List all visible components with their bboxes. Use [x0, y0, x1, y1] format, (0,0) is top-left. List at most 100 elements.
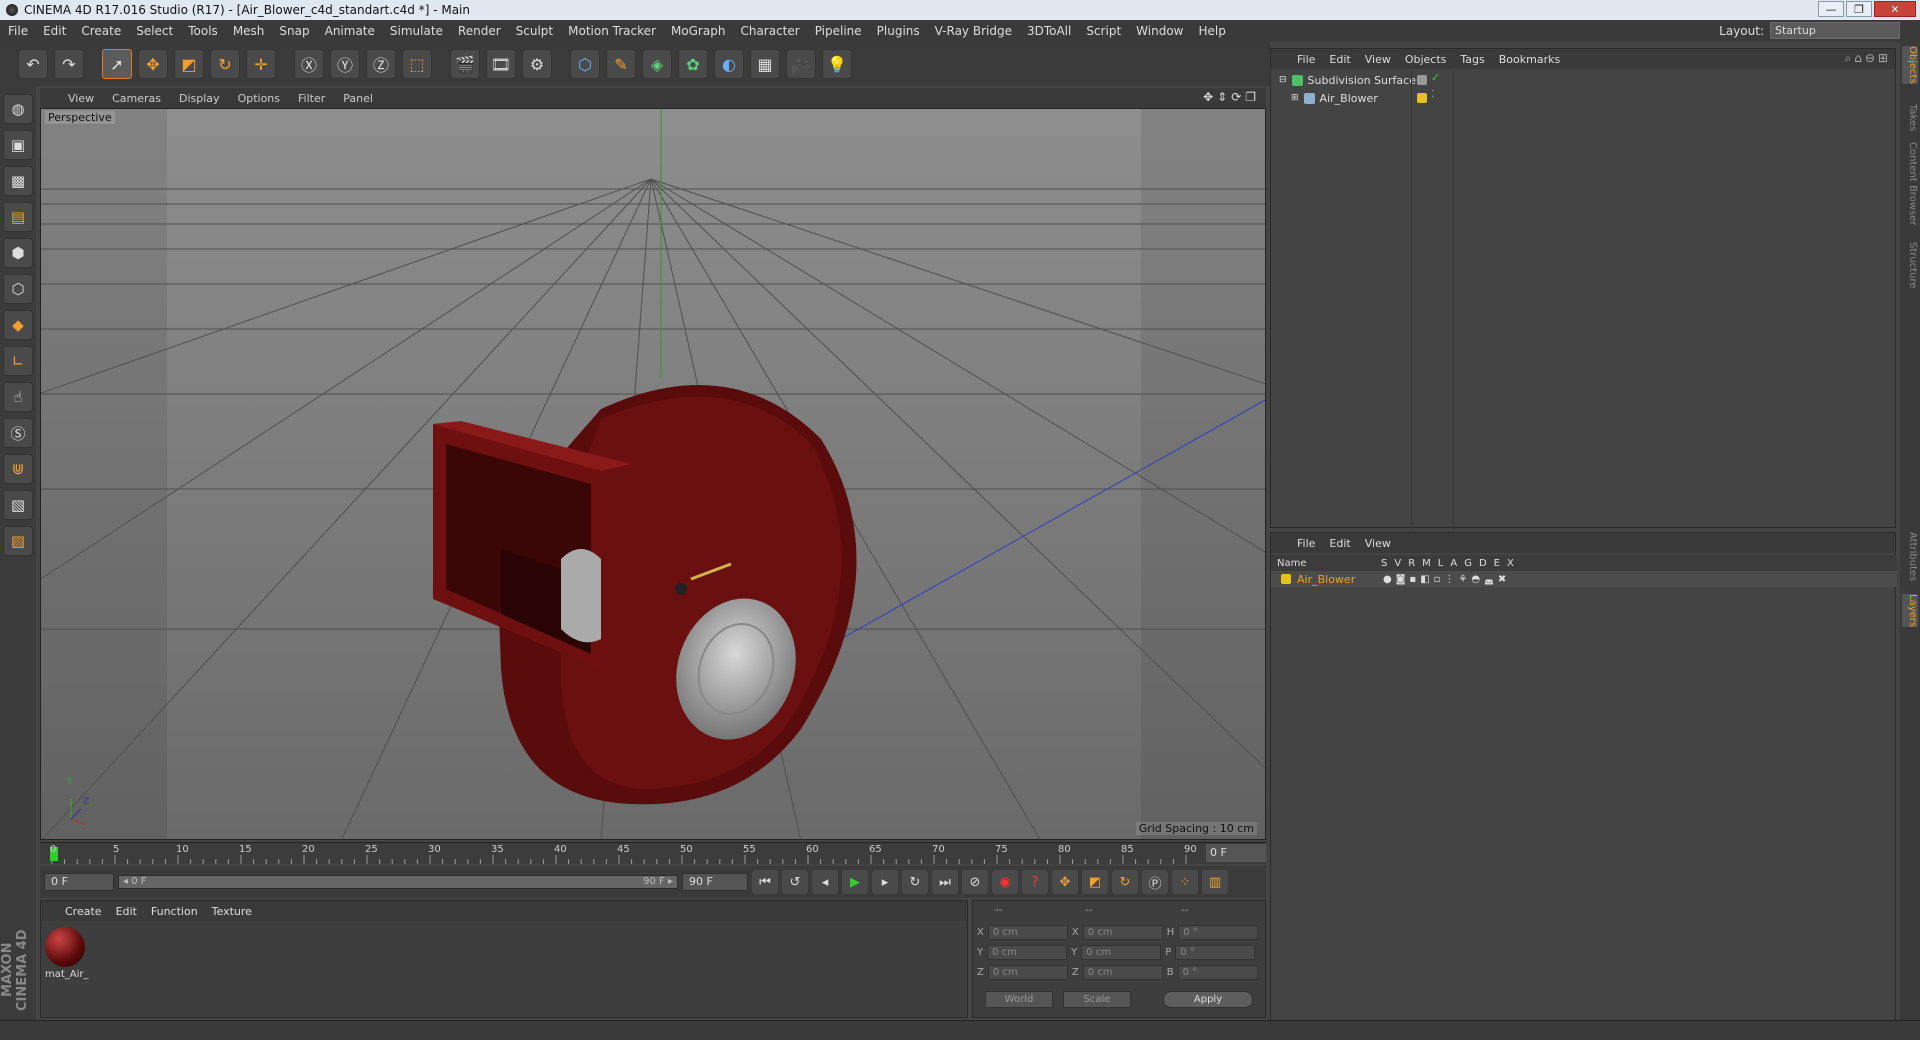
minimize-button[interactable]: —	[1818, 1, 1844, 17]
material-menu-function[interactable]: Function	[151, 905, 198, 918]
menu-vray-bridge[interactable]: V-Ray Bridge	[935, 24, 1012, 38]
y-axis-icon[interactable]: Ⓨ	[330, 49, 360, 79]
menu-mesh[interactable]: Mesh	[233, 24, 265, 38]
key-scale-icon[interactable]: ◩	[1082, 870, 1108, 894]
menu-motion-tracker[interactable]: Motion Tracker	[568, 24, 656, 38]
planar-workplane-icon[interactable]: ▨	[3, 526, 33, 556]
rot-p-field[interactable]: 0 °	[1175, 945, 1256, 960]
visibility-dots-icon[interactable]: ⁚	[1431, 89, 1434, 100]
menu-help[interactable]: Help	[1198, 24, 1225, 38]
object-menu-file[interactable]: File	[1297, 53, 1315, 66]
x-axis-icon[interactable]: Ⓧ	[294, 49, 324, 79]
menu-animate[interactable]: Animate	[325, 24, 375, 38]
key-position-icon[interactable]: ✥	[1052, 870, 1078, 894]
object-panel-icons[interactable]: ⌕⌂⊖⊞	[1845, 51, 1891, 66]
render-settings-icon[interactable]: ⚙	[522, 49, 552, 79]
viewport-nav-icons[interactable]: ✥⇕⟳❐	[1203, 90, 1260, 104]
viewport-menu-options[interactable]: Options	[238, 92, 280, 105]
key-parameter-icon[interactable]: Ⓟ	[1142, 870, 1168, 894]
array-icon[interactable]: ✿	[678, 49, 708, 79]
next-frame-icon[interactable]: ▸	[872, 870, 898, 894]
autokey-icon[interactable]: ◉	[992, 870, 1018, 894]
snap-icon[interactable]: Ⓢ	[3, 418, 33, 448]
collapse-icon[interactable]: ⊟	[1279, 75, 1287, 85]
menu-mograph[interactable]: MoGraph	[671, 24, 726, 38]
subdivision-icon[interactable]: ◈	[642, 49, 672, 79]
pos-z-field[interactable]: 0 cm	[987, 965, 1068, 980]
camera-icon[interactable]: 🎥	[786, 49, 816, 79]
object-menu-edit[interactable]: Edit	[1329, 53, 1350, 66]
current-frame-field[interactable]: 0 F	[44, 873, 114, 891]
viewport-menu-view[interactable]: View	[68, 92, 94, 105]
rot-h-field[interactable]: 0 °	[1178, 925, 1259, 940]
edges-mode-icon[interactable]: ⬡	[3, 274, 33, 304]
layer-toggle-icons[interactable]: ●◙▪◧▫⋮⚘◓◛✖	[1383, 574, 1510, 585]
floor-icon[interactable]: ▦	[750, 49, 780, 79]
menu-tools[interactable]: Tools	[188, 24, 218, 38]
layer-color-icon[interactable]	[1281, 574, 1291, 584]
render-view-icon[interactable]: 🎬	[450, 49, 480, 79]
model-mode-icon[interactable]: ▣	[3, 130, 33, 160]
keyframe-selection-icon[interactable]: ?	[1022, 870, 1048, 894]
menu-3dtoall[interactable]: 3DToAll	[1027, 24, 1071, 38]
move-tool-icon[interactable]: ✥	[138, 49, 168, 79]
points-mode-icon[interactable]: ⬢	[3, 238, 33, 268]
redo-icon[interactable]: ↷	[54, 49, 84, 79]
tab-objects[interactable]: Objects	[1902, 46, 1918, 84]
layer-menu-view[interactable]: View	[1365, 537, 1391, 550]
material-swatch[interactable]: mat_Air_	[45, 927, 89, 980]
z-axis-icon[interactable]: Ⓩ	[366, 49, 396, 79]
tab-takes[interactable]: Takes	[1902, 104, 1918, 131]
pos-x-field[interactable]: 0 cm	[987, 925, 1068, 940]
menu-character[interactable]: Character	[740, 24, 799, 38]
tab-structure[interactable]: Structure	[1902, 242, 1918, 289]
viewport-menu-display[interactable]: Display	[179, 92, 220, 105]
menu-edit[interactable]: Edit	[43, 24, 66, 38]
pos-y-field[interactable]: 0 cm	[987, 945, 1068, 960]
workplane-icon[interactable]: ▤	[3, 202, 33, 232]
undo-icon[interactable]: ↶	[18, 49, 48, 79]
scale-tool-icon[interactable]: ◩	[174, 49, 204, 79]
menu-window[interactable]: Window	[1136, 24, 1183, 38]
lock-workplane-icon[interactable]: ▧	[3, 490, 33, 520]
menu-render[interactable]: Render	[458, 24, 501, 38]
timeline-end-field[interactable]: 0 F	[1206, 844, 1266, 862]
size-y-field[interactable]: 0 cm	[1081, 945, 1162, 960]
object-menu-objects[interactable]: Objects	[1405, 53, 1447, 66]
max-frame-field[interactable]: 90 F	[682, 873, 748, 891]
viewport-menu-panel[interactable]: Panel	[343, 92, 373, 105]
record-keys-icon[interactable]: ⊘	[962, 870, 988, 894]
key-rotation-icon[interactable]: ↻	[1112, 870, 1138, 894]
menu-simulate[interactable]: Simulate	[390, 24, 443, 38]
pen-spline-icon[interactable]: ✎	[606, 49, 636, 79]
menu-sculpt[interactable]: Sculpt	[516, 24, 553, 38]
viewport-menu-cameras[interactable]: Cameras	[112, 92, 161, 105]
expand-icon[interactable]: ⊞	[1291, 93, 1299, 103]
material-menu-edit[interactable]: Edit	[116, 905, 137, 918]
timeline-ruler[interactable]: 0 5 10 15 20 25 30 35 40 45 50 55 60 65 70 75 80 85 90 0 F	[40, 842, 1266, 864]
rot-b-field[interactable]: 0 °	[1177, 965, 1258, 980]
transform-tool-icon[interactable]: ✛	[246, 49, 276, 79]
object-row-subdivision[interactable]: ⊟ Subdivision Surface	[1279, 71, 1416, 89]
timeline-window-icon[interactable]: ▥	[1202, 870, 1228, 894]
viewport-menu-filter[interactable]: Filter	[298, 92, 325, 105]
axis-mode-icon[interactable]: ∟	[3, 346, 33, 376]
tab-layers[interactable]: Layers	[1902, 594, 1918, 628]
close-button[interactable]: ✕	[1874, 1, 1916, 17]
object-menu-view[interactable]: View	[1365, 53, 1391, 66]
world-dropdown[interactable]: World	[985, 991, 1053, 1008]
scale-dropdown[interactable]: Scale	[1063, 991, 1131, 1008]
tab-attributes[interactable]: Attributes	[1902, 532, 1918, 581]
cube-icon[interactable]: ⬡	[570, 49, 600, 79]
maximize-button[interactable]: ❐	[1846, 1, 1872, 17]
layer-tag-icon[interactable]	[1417, 75, 1427, 85]
render-picture-viewer-icon[interactable]: 🎞	[486, 49, 516, 79]
material-menu-texture[interactable]: Texture	[212, 905, 252, 918]
layer-tag-icon[interactable]	[1417, 93, 1427, 103]
menu-select[interactable]: Select	[136, 24, 173, 38]
menu-snap[interactable]: Snap	[279, 24, 309, 38]
key-pla-icon[interactable]: ⁘	[1172, 870, 1198, 894]
texture-mode-icon[interactable]: ▩	[3, 166, 33, 196]
magnet-icon[interactable]: ⋓	[3, 454, 33, 484]
layer-menu-edit[interactable]: Edit	[1329, 537, 1350, 550]
